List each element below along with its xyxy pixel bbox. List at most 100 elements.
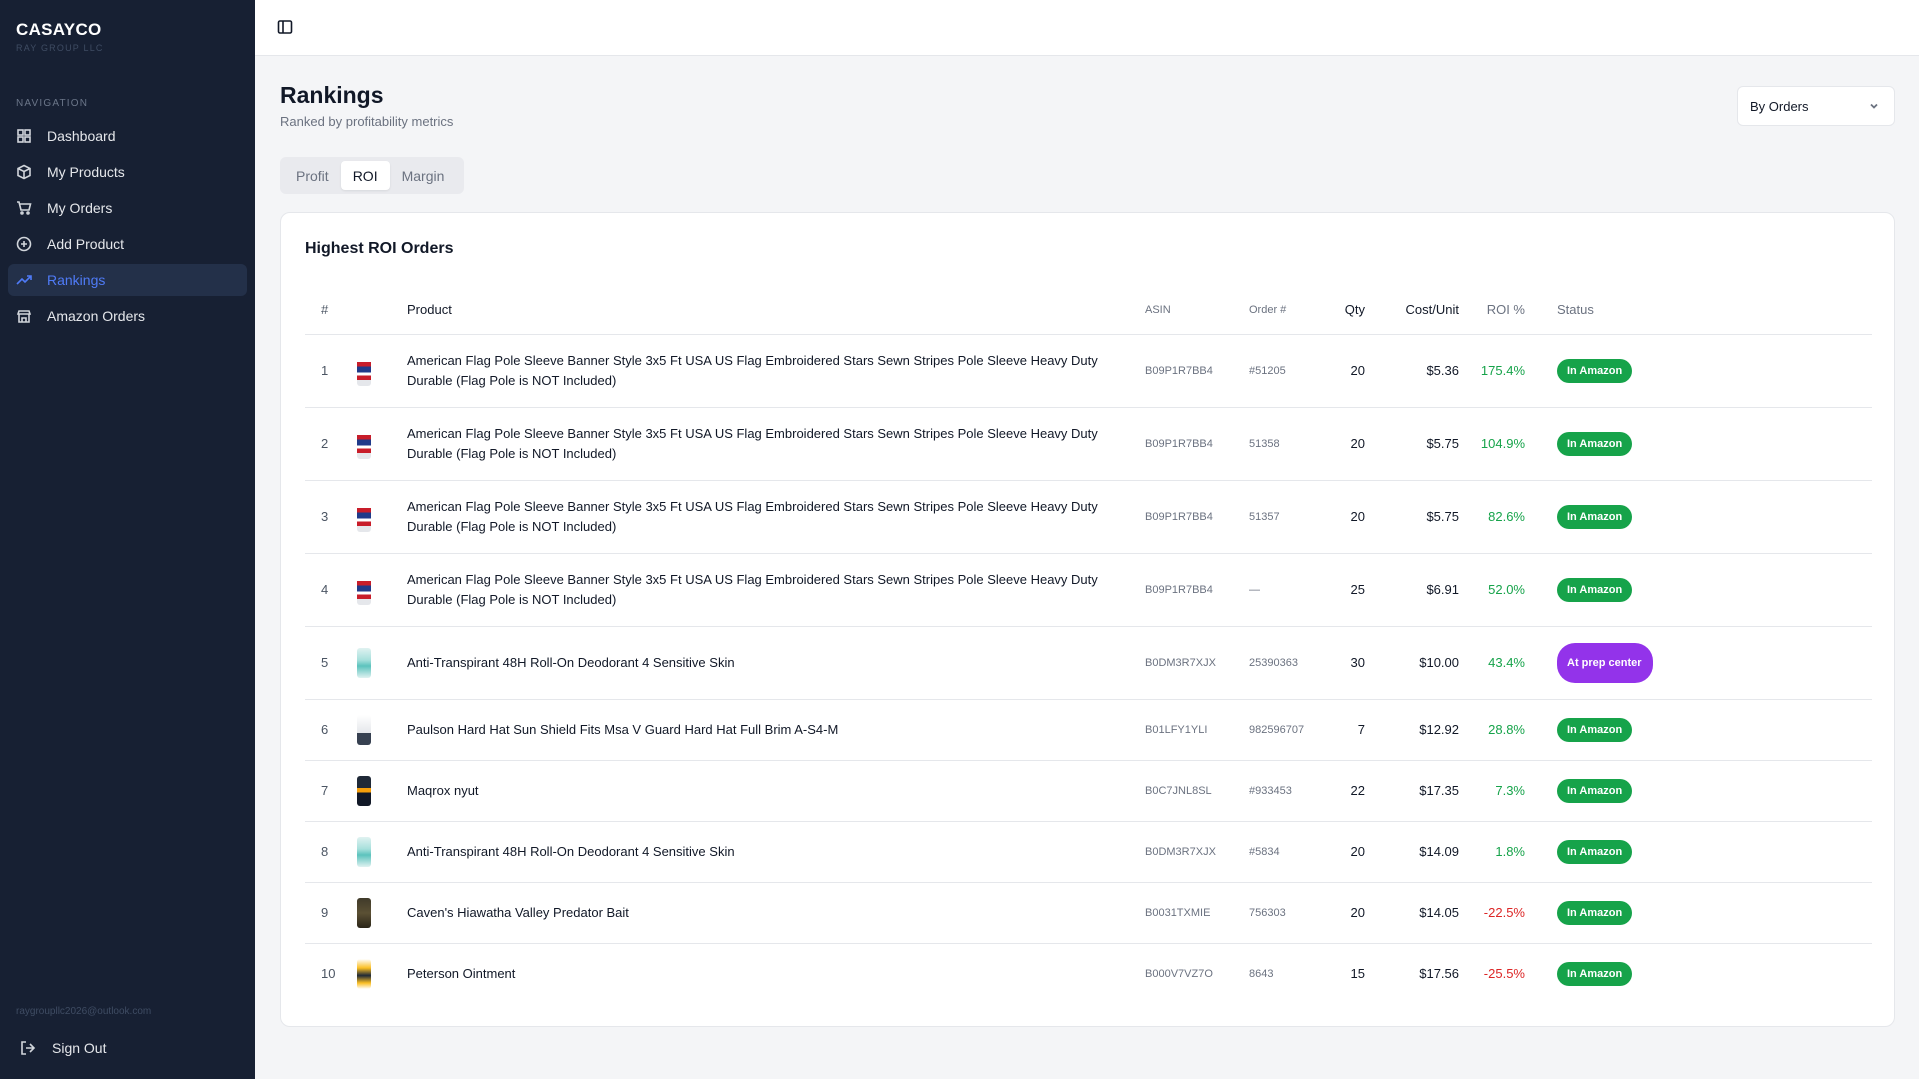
row-qty: 20 [1329, 407, 1381, 481]
sidebar-item-label: Rankings [47, 272, 106, 288]
row-rank: 10 [321, 966, 336, 982]
store-icon [16, 308, 32, 324]
row-qty: 25 [1329, 553, 1381, 627]
rankings-card: Highest ROI Orders # Product ASIN Order … [280, 212, 1895, 1027]
column-header-asin[interactable]: ASIN [1145, 286, 1249, 335]
column-header-order[interactable]: Order # [1249, 286, 1329, 335]
row-rank: 8 [305, 821, 353, 883]
log-out-icon [21, 1041, 36, 1055]
product-thumbnail [357, 714, 371, 745]
sidebar-item-my-orders[interactable]: My Orders [8, 192, 247, 224]
tab-margin[interactable]: Margin [390, 161, 457, 190]
table-row[interactable]: 3 American Flag Pole Sleeve Banner Style … [305, 480, 1872, 554]
column-header-qty[interactable]: Qty [1329, 286, 1381, 335]
table-row[interactable]: 5 Anti-Transpirant 48H Roll-On Deodorant … [305, 626, 1872, 700]
row-rank: 1 [305, 334, 353, 408]
tab-roi[interactable]: ROI [340, 161, 390, 190]
table-row[interactable]: 2 American Flag Pole Sleeve Banner Style … [305, 407, 1872, 481]
row-rank: 7 [305, 760, 353, 822]
sidebar-item-label: Add Product [47, 236, 125, 252]
status-badge: In Amazon [1557, 778, 1633, 803]
sign-out-button[interactable]: Sign Out [20, 1040, 106, 1056]
brand-subtitle: RAY GROUP LLC [16, 43, 104, 53]
page-title: Rankings [280, 82, 384, 108]
column-header-status[interactable]: Status [1535, 286, 1872, 335]
grid-icon [16, 128, 32, 144]
product-thumbnail [357, 775, 371, 806]
table-row[interactable]: 6 Paulson Hard Hat Sun Shield Fits Msa V … [305, 699, 1872, 761]
sidebar-item-dashboard[interactable]: Dashboard [8, 120, 247, 152]
product-thumbnail [357, 647, 371, 678]
row-product-name[interactable]: American Flag Pole Sleeve Banner Style 3… [407, 553, 1145, 627]
row-asin: B0C7JNL8SL [1145, 760, 1249, 822]
column-header-roi[interactable]: ROI % [1459, 286, 1535, 335]
status-badge: In Amazon [1557, 839, 1633, 864]
status-badge: In Amazon [1557, 577, 1633, 602]
row-asin: B09P1R7BB4 [1145, 480, 1249, 554]
status-badge: In Amazon [1557, 504, 1633, 529]
table-row[interactable]: 1 American Flag Pole Sleeve Banner Style … [305, 334, 1872, 408]
card-title: Highest ROI Orders [305, 240, 454, 257]
product-thumbnail [357, 501, 371, 532]
sort-select[interactable]: By Orders [1737, 86, 1895, 126]
table-row[interactable]: 4 American Flag Pole Sleeve Banner Style … [305, 553, 1872, 627]
row-asin: B0031TXMIE [1145, 882, 1249, 944]
rankings-table: # Product ASIN Order # Qty Cost/Unit ROI… [305, 286, 1872, 1004]
row-order-number: #5834 [1249, 821, 1329, 883]
row-roi: 28.8% [1459, 699, 1535, 761]
table-row[interactable]: 8 Anti-Transpirant 48H Roll-On Deodorant … [305, 821, 1872, 883]
row-product-name[interactable]: Anti-Transpirant 48H Roll-On Deodorant 4… [407, 821, 1145, 883]
tab-profit[interactable]: Profit [284, 161, 341, 190]
row-product-name[interactable]: Peterson Ointment [407, 943, 1145, 1004]
row-asin: B01LFY1YLI [1145, 699, 1249, 761]
sidebar-item-add-product[interactable]: Add Product [8, 228, 247, 260]
row-product-name[interactable]: Maqrox nyut [407, 760, 1145, 822]
row-product-name[interactable]: Anti-Transpirant 48H Roll-On Deodorant 4… [407, 626, 1145, 700]
sidebar-nav: Dashboard My Products My Orders Add Prod… [8, 120, 247, 336]
row-cost-per-unit: $17.35 [1381, 760, 1459, 822]
sidebar-item-my-products[interactable]: My Products [8, 156, 247, 188]
row-order-number: 25390363 [1249, 626, 1329, 700]
row-qty: 20 [1329, 821, 1381, 883]
row-order-number: 51357 [1249, 480, 1329, 554]
sidebar-item-amazon-orders[interactable]: Amazon Orders [8, 300, 247, 332]
row-product-name[interactable]: Caven's Hiawatha Valley Predator Bait [407, 882, 1145, 944]
chevron-down-icon [1868, 100, 1880, 112]
status-badge: In Amazon [1557, 900, 1633, 925]
row-order-number: 51358 [1249, 407, 1329, 481]
table-header-row: # Product ASIN Order # Qty Cost/Unit ROI… [305, 286, 1872, 335]
trending-up-icon [16, 272, 32, 288]
sidebar: CASAYCO RAY GROUP LLC NAVIGATION Dashboa… [0, 0, 255, 1079]
row-qty: 15 [1350, 966, 1365, 982]
table-row[interactable]: 9 Caven's Hiawatha Valley Predator Bait B0… [305, 882, 1872, 944]
row-product-name[interactable]: American Flag Pole Sleeve Banner Style 3… [407, 334, 1145, 408]
row-rank: 2 [305, 407, 353, 481]
status-badge: In Amazon [1557, 358, 1633, 383]
row-asin: B09P1R7BB4 [1145, 553, 1249, 627]
sidebar-toggle-button[interactable] [277, 19, 295, 37]
row-roi: -22.5% [1459, 882, 1535, 944]
sidebar-item-label: My Products [47, 164, 125, 180]
row-product-name[interactable]: American Flag Pole Sleeve Banner Style 3… [407, 407, 1145, 481]
column-header-rank[interactable]: # [305, 286, 353, 335]
row-qty: 22 [1329, 760, 1381, 822]
row-cost-per-unit: $5.75 [1381, 480, 1459, 554]
row-product-name[interactable]: American Flag Pole Sleeve Banner Style 3… [407, 480, 1145, 554]
row-product-name[interactable]: Paulson Hard Hat Sun Shield Fits Msa V G… [407, 699, 1145, 761]
row-rank: 4 [305, 553, 353, 627]
page-subtitle: Ranked by profitability metrics [280, 114, 454, 129]
nav-heading: NAVIGATION [16, 98, 89, 109]
row-cost-per-unit: $17.56 [1419, 966, 1459, 982]
row-order-number: 8643 [1249, 967, 1274, 980]
column-header-product[interactable]: Product [407, 286, 1145, 335]
box-icon [16, 164, 32, 180]
brand: CASAYCO RAY GROUP LLC [16, 20, 104, 53]
table-row[interactable]: 10 Peterson Ointment B000V7VZ7O 8643 15 $17.5… [305, 943, 1872, 1004]
row-cost-per-unit: $14.09 [1381, 821, 1459, 883]
sidebar-item-rankings[interactable]: Rankings [8, 264, 247, 296]
table-row[interactable]: 7 Maqrox nyut B0C7JNL8SL #933453 22 $17.35 7.3… [305, 760, 1872, 822]
sidebar-item-label: My Orders [47, 200, 113, 216]
column-header-cost[interactable]: Cost/Unit [1381, 286, 1459, 335]
status-badge: In Amazon [1557, 431, 1633, 456]
product-thumbnail [357, 836, 371, 867]
